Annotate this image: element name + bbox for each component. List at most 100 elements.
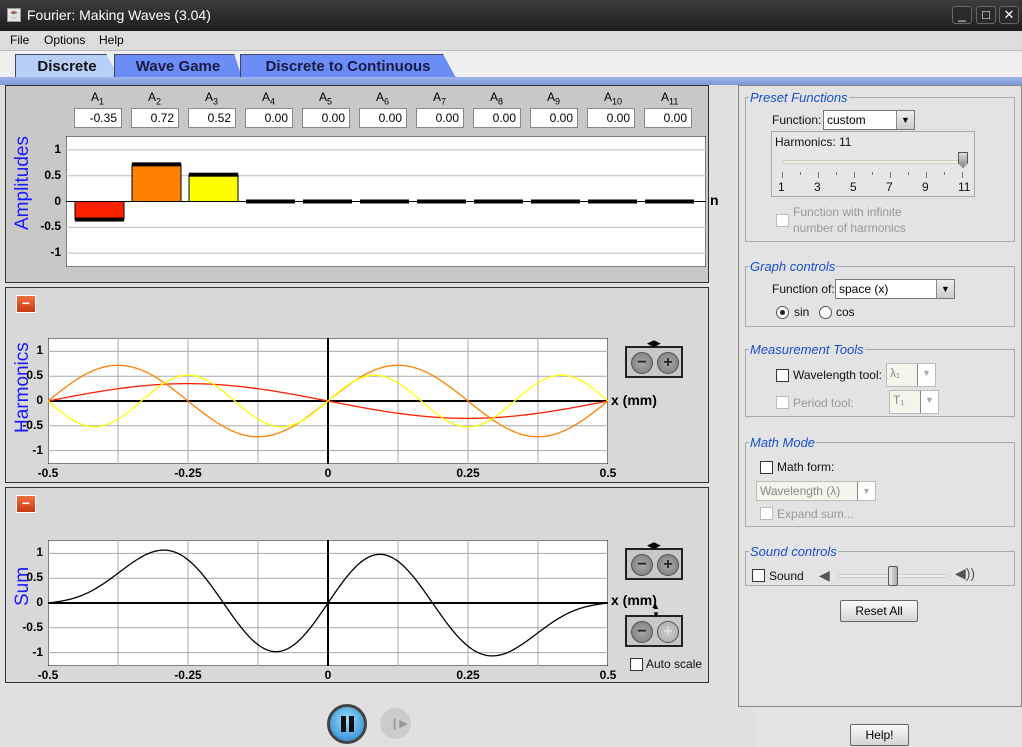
menu-help[interactable]: Help <box>99 33 124 47</box>
menu-file[interactable]: File <box>10 33 29 47</box>
close-button[interactable]: ✕ <box>999 6 1019 24</box>
minimize-button[interactable]: _ <box>952 6 972 24</box>
math-form-label: Math form: <box>777 460 835 474</box>
window-title: Fourier: Making Waves (3.04) <box>27 7 211 23</box>
function-dropdown[interactable]: custom ▼ <box>823 110 915 130</box>
y-tick-label: 0 <box>54 193 61 208</box>
amplitude-input[interactable]: 0.00 <box>302 108 350 128</box>
amplitude-input[interactable]: 0.52 <box>188 108 236 128</box>
y-tick-label: 1 <box>36 545 43 560</box>
amplitude-bar <box>188 174 239 202</box>
amplitude-bar-handle <box>531 199 580 204</box>
sound-controls-legend: Sound controls <box>750 544 837 559</box>
amplitude-input[interactable]: -0.35 <box>74 108 122 128</box>
tab-strip <box>0 77 1022 85</box>
tab-wave-game[interactable]: Wave Game <box>114 54 242 78</box>
chevron-down-icon: ▼ <box>917 364 935 386</box>
zoom-out-button[interactable]: − <box>631 352 653 374</box>
infinite-harmonics-label-2: number of harmonics <box>793 221 906 235</box>
amplitude-input[interactable]: 0.00 <box>416 108 464 128</box>
step-button: ❙▶ <box>380 708 411 739</box>
harmonics-slider-box: Harmonics: 11 1 3 5 7 9 11 <box>771 131 975 197</box>
y-tick-label: -1 <box>50 245 61 260</box>
amplitude-bar <box>74 201 125 221</box>
amplitude-input[interactable]: 0.00 <box>245 108 293 128</box>
sum-x-label: x (mm) <box>611 592 657 608</box>
sin-radio[interactable] <box>776 306 789 319</box>
function-label: Function: <box>772 113 822 127</box>
y-tick-label: 1 <box>54 141 61 156</box>
amplitude-input[interactable]: 0.00 <box>359 108 407 128</box>
wavelength-tool-label: Wavelength tool: <box>793 368 882 382</box>
amplitude-label: A2 <box>148 90 162 107</box>
reset-all-button[interactable]: Reset All <box>840 600 918 622</box>
cos-radio[interactable] <box>819 306 832 319</box>
slider-tick <box>962 172 963 178</box>
zoom-in-button[interactable]: + <box>657 352 679 374</box>
sound-label: Sound <box>769 569 804 583</box>
tab-discrete[interactable]: Discrete <box>15 54 119 78</box>
amplitude-label: A11 <box>661 90 679 107</box>
period-tool-dropdown: T₁ ▼ <box>889 390 939 414</box>
horizontal-arrows-icon: ◀▶ <box>647 338 661 348</box>
zoom-in-button[interactable]: + <box>657 554 679 576</box>
zoom-in-button: + <box>657 621 679 643</box>
amplitude-label: A8 <box>490 90 504 107</box>
sum-panel: − Sum 1 0.5 0 -0.5 -1 -0.5 -0.25 0 0.25 0.5 x (m… <box>5 487 709 683</box>
y-tick-label: -0.5 <box>22 417 43 432</box>
harmonics-panel: − Harmonics 1 0.5 0 -0.5 -1 -0.5 -0.25 0 0.25 0.… <box>5 287 709 483</box>
y-tick-label: -1 <box>32 644 43 659</box>
sum-minimize-button[interactable]: − <box>16 495 36 513</box>
tab-discrete-to-continuous[interactable]: Discrete to Continuous <box>240 54 456 78</box>
amplitude-bar-handle <box>474 199 523 204</box>
help-button[interactable]: Help! <box>850 724 909 746</box>
sin-label: sin <box>794 305 810 319</box>
amplitudes-x-label: n <box>710 192 719 208</box>
amplitude-label: A1 <box>91 90 105 107</box>
harmonics-minimize-button[interactable]: − <box>16 295 36 313</box>
auto-scale-label: Auto scale <box>646 657 703 671</box>
amplitude-input[interactable]: 0.00 <box>530 108 578 128</box>
amplitudes-panel: A1 -0.35 A2 0.72 A3 0.52 A4 0.00 A5 0.00 A6 0.00 A7 0… <box>5 85 719 283</box>
harmonics-slider-track[interactable] <box>782 160 962 164</box>
wavelength-tool-checkbox[interactable] <box>776 369 789 382</box>
math-mode-legend: Math Mode <box>750 435 816 450</box>
volume-slider-thumb[interactable] <box>888 566 898 586</box>
harmonics-slider-thumb[interactable] <box>958 152 968 168</box>
period-tool-label: Period tool: <box>793 396 854 410</box>
amplitude-input[interactable]: 0.00 <box>644 108 692 128</box>
maximize-button[interactable]: □ <box>976 6 996 24</box>
math-form-checkbox[interactable] <box>760 461 773 474</box>
y-tick-label: 0 <box>36 595 43 609</box>
slider-tick-label: 9 <box>922 180 929 194</box>
slider-tick <box>782 172 783 178</box>
sound-checkbox[interactable] <box>752 569 765 582</box>
y-tick-label: 0.5 <box>26 368 43 383</box>
function-of-dropdown[interactable]: space (x) ▼ <box>835 279 955 299</box>
pause-icon <box>341 716 346 732</box>
amplitude-bar-handle <box>588 199 637 204</box>
amplitude-input[interactable]: 0.00 <box>587 108 635 128</box>
pause-button[interactable] <box>327 704 367 744</box>
slider-tick-label: 7 <box>886 180 893 194</box>
amplitude-input[interactable]: 0.72 <box>131 108 179 128</box>
zoom-out-button[interactable]: − <box>631 621 653 643</box>
slider-tick <box>818 172 819 178</box>
menu-options[interactable]: Options <box>44 33 85 47</box>
amplitude-input[interactable]: 0.00 <box>473 108 521 128</box>
chevron-down-icon: ▼ <box>936 280 954 298</box>
zoom-out-button[interactable]: − <box>631 554 653 576</box>
slider-tick <box>872 172 873 175</box>
slider-tick <box>836 172 837 175</box>
y-tick-label: -1 <box>32 442 43 457</box>
control-panel: Preset Functions Function: custom ▼ Harm… <box>738 85 1022 707</box>
amplitude-bar-handle <box>645 199 694 204</box>
auto-scale-checkbox[interactable] <box>630 658 643 671</box>
slider-tick-label: 11 <box>958 180 971 194</box>
harmonics-label: Harmonics: 11 <box>775 135 852 149</box>
sum-vertical-zoom: ▲ ▼ − + <box>625 603 683 647</box>
title-bar: ☕ Fourier: Making Waves (3.04) _ □ ✕ <box>0 0 1022 31</box>
slider-tick <box>908 172 909 175</box>
y-tick-label: -0.5 <box>22 619 43 634</box>
preset-functions-legend: Preset Functions <box>750 90 848 105</box>
